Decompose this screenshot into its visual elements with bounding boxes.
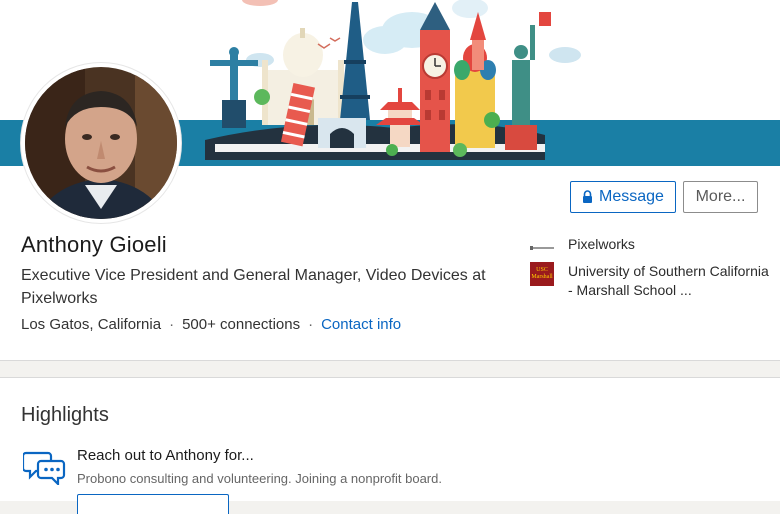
more-button-label: More... — [695, 188, 746, 205]
avatar-portrait — [25, 67, 177, 219]
usc-marshall-logo: USC Marshall — [530, 262, 554, 286]
chat-bubbles-icon — [21, 449, 67, 490]
lock-icon — [582, 190, 593, 204]
meta-separator: · — [169, 316, 175, 333]
highlight-heading: Reach out to Anthony for... — [77, 447, 254, 464]
profile-location: Los Gatos, California — [21, 316, 162, 333]
highlight-subtext: Probono consulting and volunteering. Joi… — [77, 471, 442, 486]
profile-connections[interactable]: 500+ connections — [182, 316, 300, 333]
highlights-title: Highlights — [21, 404, 109, 426]
meta-separator: · — [308, 316, 314, 333]
profile-photo[interactable] — [21, 63, 181, 223]
profile-name: Anthony Gioeli — [21, 232, 167, 257]
current-company[interactable]: Pixelworks — [530, 236, 635, 260]
highlights-section: Highlights Reach out to Anthony for... P… — [0, 377, 780, 514]
message-button-label: Message — [599, 188, 664, 205]
school-name: University of Southern California - Mars… — [568, 263, 769, 298]
company-name: Pixelworks — [568, 236, 635, 252]
education-school[interactable]: USC Marshall University of Southern Cali… — [530, 262, 770, 300]
profile-meta: Los Gatos, California · 500+ connections… — [21, 316, 401, 333]
contact-info-link[interactable]: Contact info — [321, 316, 401, 333]
profile-card: Message More... Anthony Gioeli Executive… — [0, 0, 780, 361]
more-button[interactable]: More... — [683, 181, 758, 213]
message-button[interactable]: Message — [570, 181, 676, 213]
profile-headline: Executive Vice President and General Man… — [21, 267, 486, 307]
highlight-action-button[interactable] — [77, 494, 229, 514]
pixelworks-logo — [530, 236, 554, 260]
